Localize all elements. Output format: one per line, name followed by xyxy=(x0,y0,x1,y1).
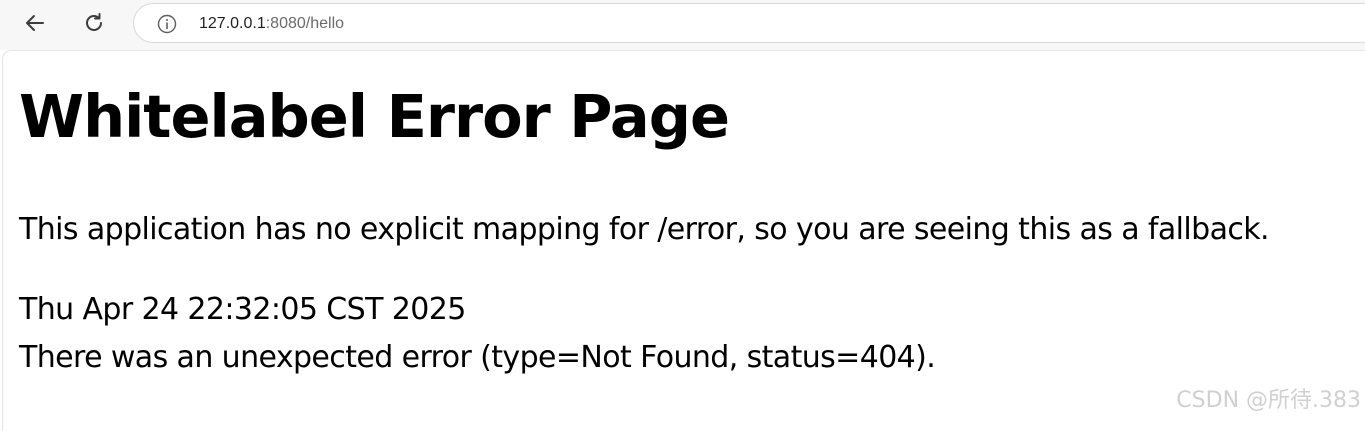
reload-button[interactable] xyxy=(79,8,109,38)
address-bar[interactable]: 127.0.0.1:8080/hello xyxy=(133,3,1365,43)
url-host: 127.0.0.1 xyxy=(199,15,266,32)
reload-icon xyxy=(86,13,102,31)
url-path: :8080/hello xyxy=(265,15,345,32)
page-title: Whitelabel Error Page xyxy=(19,82,730,151)
browser-toolbar: 127.0.0.1:8080/hello xyxy=(0,0,1365,50)
error-timestamp: Thu Apr 24 22:32:05 CST 2025 xyxy=(19,292,466,327)
url-text[interactable]: 127.0.0.1:8080/hello xyxy=(199,14,344,34)
watermark: CSDN @所待.383 xyxy=(1176,388,1361,413)
info-icon[interactable] xyxy=(156,13,178,35)
page-content: Whitelabel Error Page This application h… xyxy=(3,51,1365,431)
arrow-left-icon xyxy=(26,15,44,31)
explanation-text: This application has no explicit mapping… xyxy=(19,212,1270,247)
error-message: There was an unexpected error (type=Not … xyxy=(19,340,936,375)
back-button[interactable] xyxy=(20,8,50,38)
